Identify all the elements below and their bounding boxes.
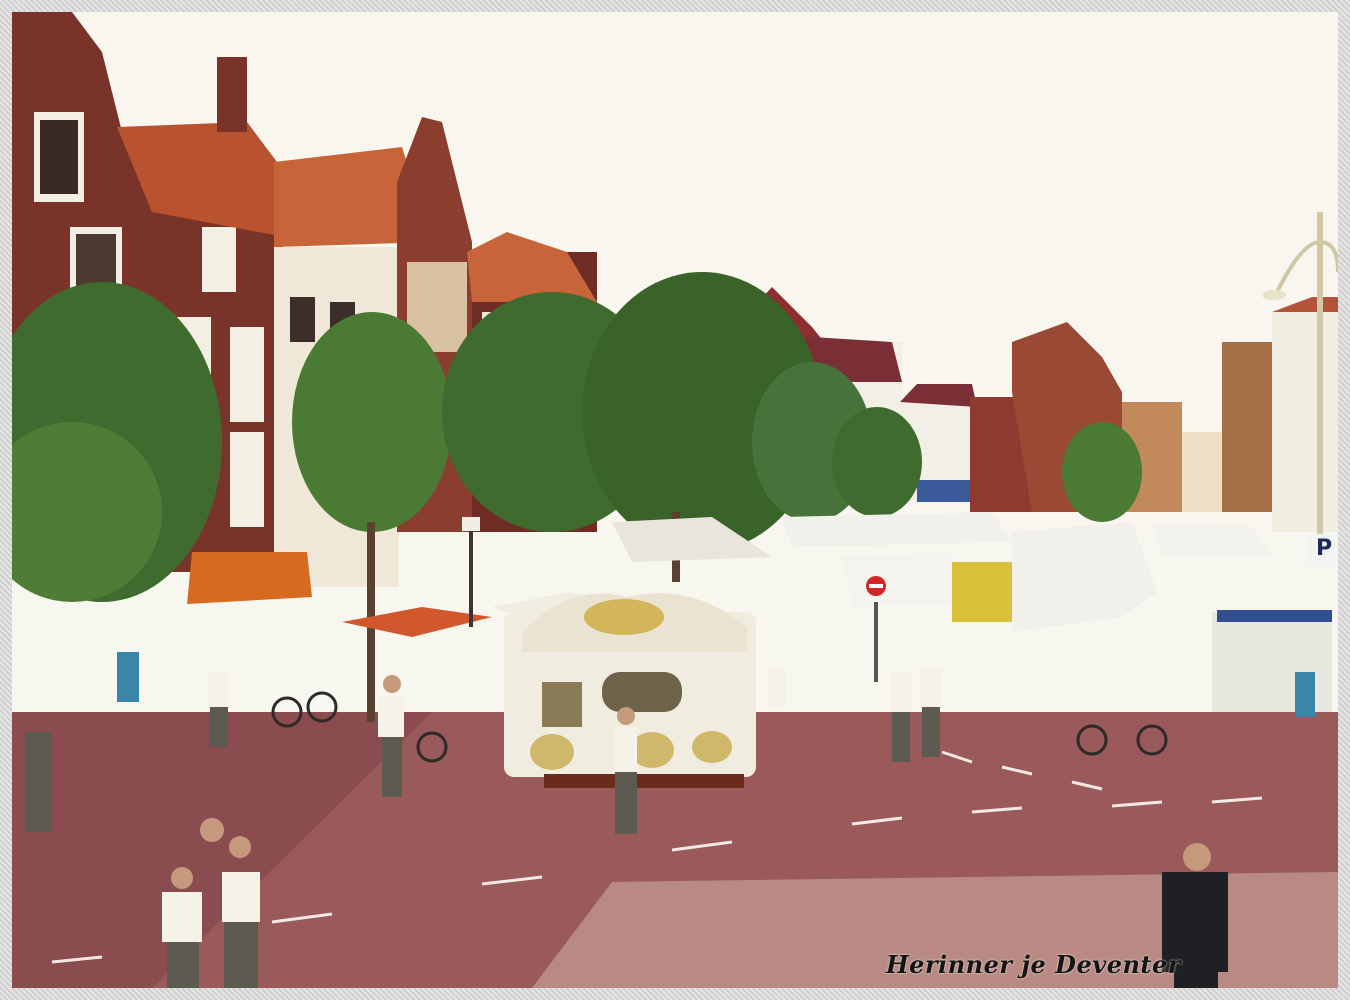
parking-sign-label: P (1316, 536, 1333, 561)
town-square-scene (12, 12, 1338, 988)
photo-caption: Herinner je Deventer (886, 950, 1181, 979)
photo-frame: P Herinner je Deventer (0, 0, 1350, 1000)
chimney (217, 57, 247, 132)
no-entry-sign (866, 576, 886, 682)
orange-awning (187, 552, 312, 604)
vintage-photo: P (12, 12, 1338, 988)
